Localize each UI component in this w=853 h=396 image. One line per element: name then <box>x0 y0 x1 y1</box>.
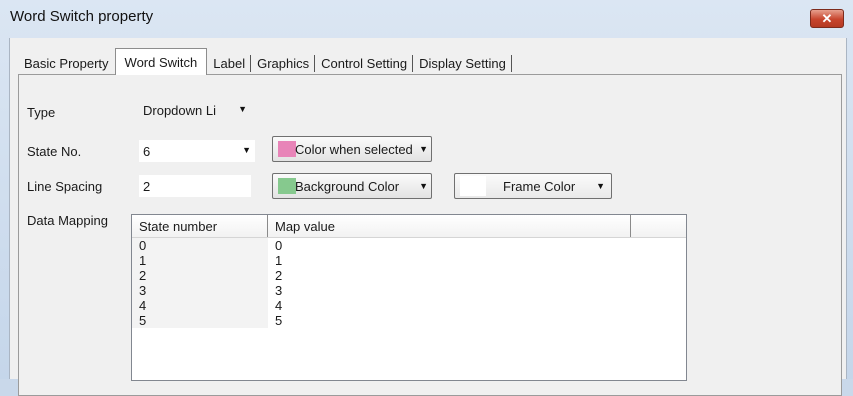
column-header-empty[interactable] <box>631 215 686 237</box>
dialog-client: Basic Property Word Switch Label Graphic… <box>9 38 847 396</box>
tab-graphics[interactable]: Graphics <box>251 51 316 75</box>
state-number-cell: 4 <box>132 298 268 313</box>
background-color-label: Background Color <box>295 179 400 194</box>
tab-label: Control Setting <box>321 55 408 71</box>
map-value-cell: 2 <box>275 268 283 283</box>
close-button[interactable]: ✕ <box>810 9 844 28</box>
title-bar[interactable]: Word Switch property ✕ <box>0 0 853 38</box>
state-number-cell: 0 <box>132 238 268 253</box>
state-no-label: State No. <box>27 144 82 159</box>
type-label: Type <box>27 105 56 120</box>
table-row[interactable]: 1 1 <box>132 253 686 268</box>
column-header-label: Map value <box>275 218 335 234</box>
column-header-state-number[interactable]: State number <box>132 215 268 237</box>
background-color-button[interactable]: Background Color ▼ <box>272 173 432 199</box>
window-title: Word Switch property <box>10 8 154 25</box>
frame-color-label: Frame Color <box>503 179 576 194</box>
table-body: 0 0 1 1 2 2 3 3 4 4 5 5 <box>132 238 686 328</box>
table-row[interactable]: 5 5 <box>132 313 686 328</box>
type-value: Dropdown Li <box>143 102 216 118</box>
chevron-down-icon: ▼ <box>419 181 428 191</box>
tab-label-tab[interactable]: Label <box>207 51 251 75</box>
state-no-dropdown[interactable]: 6 ▼ <box>139 140 255 162</box>
data-mapping-table[interactable]: State number Map value 0 0 1 1 2 2 3 3 4… <box>131 214 687 381</box>
line-spacing-input[interactable]: 2 <box>139 175 251 197</box>
state-number-cell: 1 <box>132 253 268 268</box>
frame-color-button[interactable]: Frame Color ▼ <box>454 173 612 199</box>
tab-label: Label <box>213 55 246 71</box>
line-spacing-value: 2 <box>143 178 151 194</box>
chevron-down-icon: ▼ <box>419 144 428 154</box>
tab-label: Basic Property <box>24 55 109 71</box>
table-header: State number Map value <box>132 215 686 238</box>
tab-strip: Basic Property Word Switch Label Graphic… <box>18 48 512 75</box>
map-value-cell: 5 <box>275 313 283 328</box>
tab-basic-property[interactable]: Basic Property <box>18 51 115 75</box>
selected-color-swatch <box>278 141 296 157</box>
tab-label: Display Setting <box>419 55 506 71</box>
chevron-down-icon: ▼ <box>238 104 247 114</box>
map-value-cell: 1 <box>275 253 283 268</box>
color-when-selected-label: Color when selected <box>295 142 413 157</box>
frame-color-swatch <box>460 176 486 196</box>
tab-word-switch[interactable]: Word Switch <box>114 48 208 75</box>
column-header-label: State number <box>139 218 218 234</box>
map-value-cell: 0 <box>275 238 283 253</box>
map-value-cell: 3 <box>275 283 283 298</box>
table-row[interactable]: 4 4 <box>132 298 686 313</box>
chevron-down-icon: ▼ <box>242 145 251 155</box>
chevron-down-icon: ▼ <box>596 181 605 191</box>
type-dropdown[interactable]: Dropdown Li ▼ <box>139 99 251 121</box>
state-number-cell: 5 <box>132 313 268 328</box>
table-row[interactable]: 0 0 <box>132 238 686 253</box>
property-dialog: Word Switch property ✕ Basic Property Wo… <box>0 0 853 396</box>
close-icon: ✕ <box>821 10 833 26</box>
table-row[interactable]: 2 2 <box>132 268 686 283</box>
line-spacing-label: Line Spacing <box>27 179 103 194</box>
tab-control-setting[interactable]: Control Setting <box>315 51 414 75</box>
state-number-cell: 3 <box>132 283 268 298</box>
color-when-selected-button[interactable]: Color when selected ▼ <box>272 136 432 162</box>
tab-display-setting[interactable]: Display Setting <box>413 51 512 75</box>
table-row[interactable]: 3 3 <box>132 283 686 298</box>
state-no-value: 6 <box>143 143 151 159</box>
data-mapping-label: Data Mapping <box>27 213 108 228</box>
state-number-cell: 2 <box>132 268 268 283</box>
tab-label: Graphics <box>257 55 310 71</box>
map-value-cell: 4 <box>275 298 283 313</box>
column-header-map-value[interactable]: Map value <box>268 215 631 237</box>
background-color-swatch <box>278 178 296 194</box>
tab-label: Word Switch <box>124 54 198 70</box>
